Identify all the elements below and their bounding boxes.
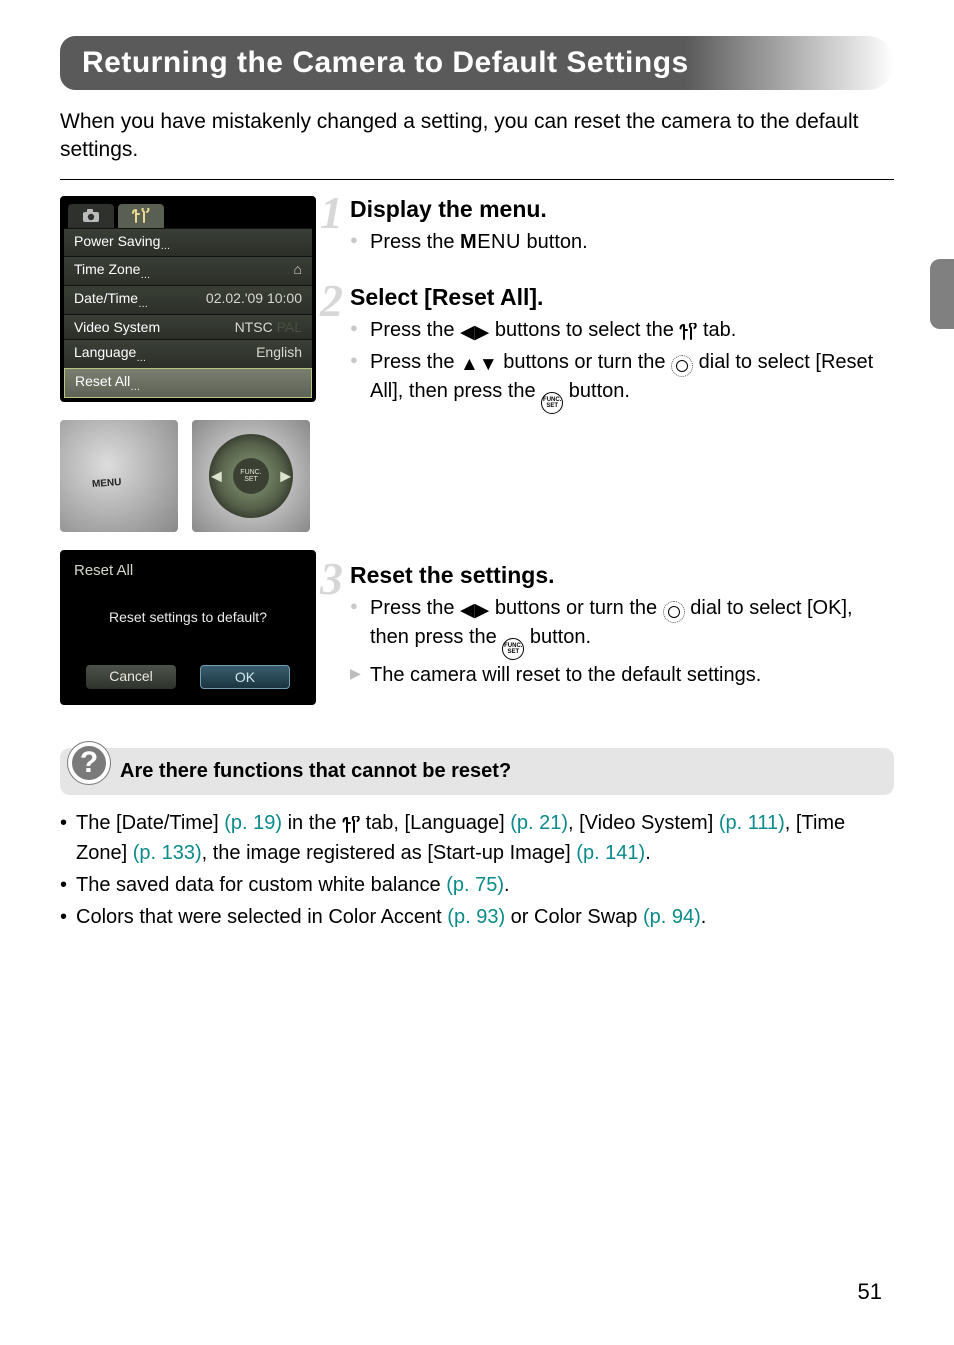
faq-heading: Are there functions that cannot be reset… [120, 760, 511, 782]
step-number: 3 [320, 552, 343, 605]
lcd-row-value: NTSC PAL [235, 319, 302, 335]
step-1: 1Display the menu.Press the MENU button. [350, 196, 894, 257]
dial-icon [671, 355, 693, 377]
tools-icon [342, 811, 360, 839]
triangle-right-icon: ▶ [280, 467, 291, 484]
lcd-menu-row: Power Saving [64, 228, 312, 257]
step-line: Press the ◀▶ buttons to select the tab. [370, 317, 894, 347]
func-label: FUNC. [240, 469, 261, 476]
tools-icon [679, 319, 697, 347]
step-heading: Select [Reset All]. [350, 284, 894, 311]
faq-list: The [Date/Time] (p. 19) in the tab, [Lan… [60, 809, 894, 931]
page-ref: (p. 94) [643, 906, 701, 928]
lcd-menu-row: Language English [64, 339, 312, 368]
page-ref: (p. 75) [446, 874, 504, 896]
page-ref: (p. 141) [576, 842, 645, 864]
menu-button-label: MENU [460, 231, 521, 253]
lcd-row-value: English [256, 344, 302, 364]
set-label: SET [244, 476, 258, 483]
control-wheel: ◀ ▶ FUNC. SET [209, 434, 293, 518]
step-number: 1 [320, 186, 343, 239]
content-row: Power Saving Time Zone ⌂ Date/Time 02.02.'09… [60, 196, 894, 718]
step-heading: Display the menu. [350, 196, 894, 223]
faq-item: The [Date/Time] (p. 19) in the tab, [Lan… [76, 809, 894, 867]
page-number: 51 [858, 1279, 882, 1305]
lcd-reset-buttons: Cancel OK [74, 665, 302, 689]
lcd-row-value: ⌂ [294, 261, 302, 281]
lcd-row-label: Language [74, 344, 146, 364]
step-line: Press the MENU button. [370, 229, 894, 257]
left-right-icon: ◀▶ [460, 598, 489, 624]
lcd-row-label: Date/Time [74, 290, 148, 310]
step-line: Press the ▲▼ buttons or turn the dial to… [370, 349, 894, 414]
left-column: Power Saving Time Zone ⌂ Date/Time 02.02.'09… [60, 196, 316, 718]
divider [60, 179, 894, 180]
left-right-icon: ◀▶ [460, 320, 489, 346]
lcd-row-label: Power Saving [74, 233, 170, 253]
func-set-icon: FUNC.SET [541, 392, 563, 414]
lcd-row-value: 02.02.'09 10:00 [206, 290, 302, 310]
dial-icon [663, 601, 685, 623]
section-title-bar: Returning the Camera to Default Settings [60, 36, 894, 90]
section-title: Returning the Camera to Default Settings [82, 46, 872, 80]
lcd-row-label: Video System [74, 319, 160, 335]
faq-item: Colors that were selected in Color Accen… [76, 903, 894, 931]
camera-wheel-photo: ◀ ▶ FUNC. SET [192, 420, 310, 532]
lcd-menu-screenshot: Power Saving Time Zone ⌂ Date/Time 02.02.'09… [60, 196, 316, 402]
lcd-row-label: Time Zone [74, 261, 150, 281]
lcd-reset-question: Reset settings to default? [74, 609, 302, 625]
step-heading: Reset the settings. [350, 562, 894, 589]
func-set-button: FUNC. SET [233, 458, 269, 494]
lcd-menu-row: Video System NTSC PAL [64, 314, 312, 339]
step-bullets: Press the ◀▶ buttons to select the tab.P… [350, 317, 894, 414]
camera-back-photo [60, 420, 178, 532]
page-ref: (p. 93) [447, 906, 505, 928]
lcd-menu-row: Reset All [64, 368, 312, 398]
lcd-tab-tools [118, 204, 164, 228]
lcd-reset-title: Reset All [74, 562, 302, 579]
lcd-reset-screenshot: Reset All Reset settings to default? Can… [60, 550, 316, 705]
tools-icon [132, 208, 150, 224]
up-down-icon: ▲▼ [460, 352, 498, 378]
lcd-tabs [64, 200, 312, 228]
step-line: Press the ◀▶ buttons or turn the dial to… [370, 595, 894, 660]
triangle-left-icon: ◀ [211, 467, 222, 484]
step-3: 3Reset the settings.Press the ◀▶ buttons… [350, 562, 894, 690]
step-bullets: Press the ◀▶ buttons or turn the dial to… [350, 595, 894, 690]
faq-item: The saved data for custom white balance … [76, 871, 894, 899]
cancel-button: Cancel [86, 665, 176, 689]
lcd-menu-row: Date/Time 02.02.'09 10:00 [64, 285, 312, 314]
ok-button: OK [200, 665, 290, 689]
step-bullets: Press the MENU button. [350, 229, 894, 257]
lcd-tab-camera [68, 204, 114, 228]
home-icon: ⌂ [294, 261, 302, 277]
camera-icon [82, 209, 100, 223]
lcd-menu-row: Time Zone ⌂ [64, 256, 312, 285]
step-2: 2Select [Reset All].Press the ◀▶ buttons… [350, 284, 894, 414]
step-line: The camera will reset to the default set… [370, 662, 894, 690]
question-mark-icon: ? [68, 742, 110, 784]
right-column: 1Display the menu.Press the MENU button.… [350, 196, 894, 718]
page-side-tab [930, 259, 954, 329]
step-number: 2 [320, 274, 343, 327]
page-ref: (p. 19) [224, 812, 282, 834]
func-set-icon: FUNC.SET [502, 638, 524, 660]
page-ref: (p. 133) [133, 842, 202, 864]
faq-box: ? Are there functions that cannot be res… [60, 748, 894, 931]
page-ref: (p. 111) [719, 812, 785, 834]
intro-text: When you have mistakenly changed a setti… [60, 108, 894, 165]
lcd-row-label: Reset All [75, 373, 140, 393]
page-ref: (p. 21) [510, 812, 568, 834]
camera-photos: ◀ ▶ FUNC. SET [60, 420, 316, 532]
faq-heading-bar: ? Are there functions that cannot be res… [60, 748, 894, 795]
